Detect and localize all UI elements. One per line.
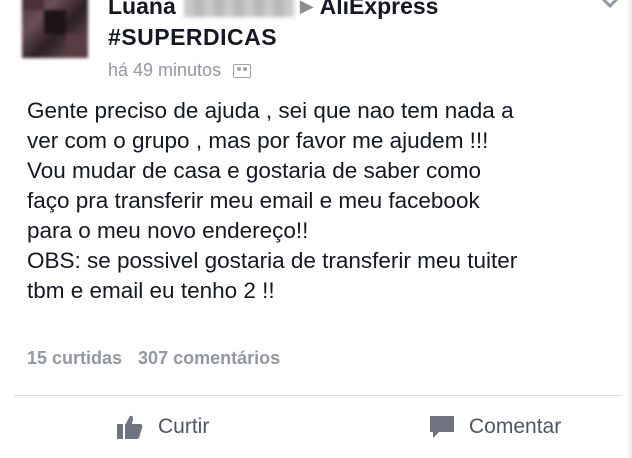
post-timestamp[interactable]: há 49 minutos xyxy=(108,60,221,81)
post-text-line: para o meu novo endereço!! xyxy=(27,218,309,243)
post-text-line: Vou mudar de casa e gostaria de saber co… xyxy=(27,158,482,183)
post-stats: 15 curtidas 307 comentários xyxy=(27,348,280,369)
post-text-line: tbm e email eu tenho 2 !! xyxy=(27,278,275,303)
comments-count[interactable]: 307 comentários xyxy=(138,348,280,369)
like-button[interactable]: Curtir xyxy=(0,396,319,458)
post-text-line: OBS: se possivel gostaria de transferir … xyxy=(27,248,518,273)
avatar[interactable] xyxy=(22,0,88,58)
friends-icon[interactable] xyxy=(233,63,252,78)
post-header: Luana ▶ AliExpress xyxy=(108,0,438,20)
like-label: Curtir xyxy=(158,415,210,438)
post-actions: Curtir Comentar xyxy=(0,396,632,458)
post-meta: há 49 minutos xyxy=(108,60,252,81)
group-name[interactable]: AliExpress xyxy=(320,0,439,20)
comment-icon xyxy=(429,415,455,439)
post-card: Luana ▶ AliExpress #SUPERDICAS há 49 min… xyxy=(0,0,632,458)
arrow-right-icon: ▶ xyxy=(299,0,314,16)
post-text-line: ver com o grupo , mas por favor me ajude… xyxy=(27,128,489,153)
likes-count[interactable]: 15 curtidas xyxy=(27,348,122,369)
comment-button[interactable]: Comentar xyxy=(319,396,632,458)
post-text-line: Gente preciso de ajuda , sei que nao tem… xyxy=(27,98,514,123)
post-text: Gente preciso de ajuda , sei que nao tem… xyxy=(27,96,627,306)
post-text-line: faço pra transferir meu email e meu face… xyxy=(27,188,480,213)
redacted-surname xyxy=(183,0,294,17)
comment-label: Comentar xyxy=(469,415,562,438)
author-name[interactable]: Luana xyxy=(108,0,176,20)
scroll-edge xyxy=(626,0,632,458)
post-hashtag[interactable]: #SUPERDICAS xyxy=(108,24,277,51)
thumbs-up-icon xyxy=(116,414,144,440)
chevron-down-icon[interactable] xyxy=(600,0,620,10)
